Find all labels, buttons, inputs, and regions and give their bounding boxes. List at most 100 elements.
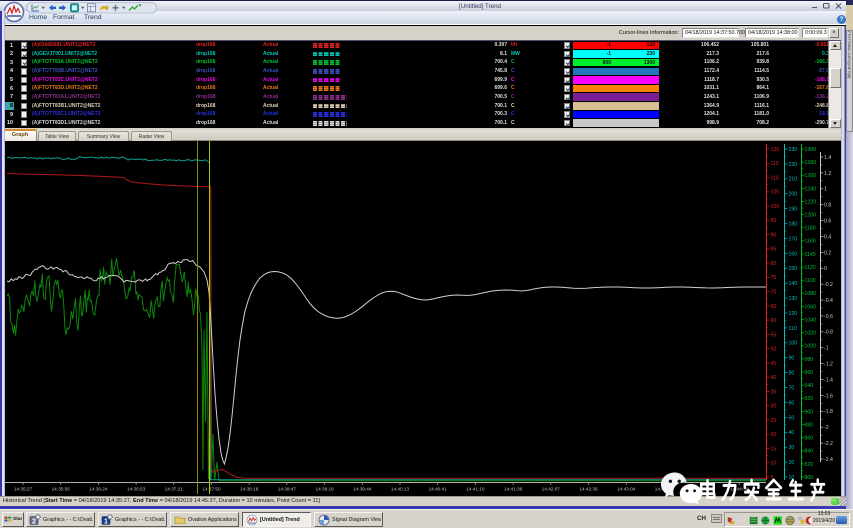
svg-text:14:42:07: 14:42:07 bbox=[542, 487, 561, 492]
svg-text:980: 980 bbox=[805, 357, 814, 363]
svg-text:14:36:24: 14:36:24 bbox=[89, 487, 108, 492]
svg-text:65: 65 bbox=[771, 304, 777, 310]
svg-text:140: 140 bbox=[789, 281, 798, 287]
svg-text:860: 860 bbox=[805, 436, 814, 442]
svg-text:230: 230 bbox=[789, 147, 798, 153]
svg-text:20: 20 bbox=[789, 460, 795, 466]
svg-text:940: 940 bbox=[805, 383, 814, 389]
svg-text:0.4: 0.4 bbox=[824, 234, 831, 240]
svg-text:14:39:16: 14:39:16 bbox=[315, 487, 334, 492]
svg-text:200: 200 bbox=[789, 192, 798, 198]
svg-text:30: 30 bbox=[789, 445, 795, 451]
svg-text:90: 90 bbox=[789, 356, 795, 362]
svg-text:1100: 1100 bbox=[805, 278, 816, 284]
svg-text:1300: 1300 bbox=[805, 147, 817, 153]
svg-text:14:35:27: 14:35:27 bbox=[14, 487, 33, 492]
svg-text:-2.2: -2.2 bbox=[824, 441, 833, 447]
svg-text:14:37:50: 14:37:50 bbox=[202, 487, 221, 492]
svg-text:25: 25 bbox=[771, 418, 777, 424]
svg-text:14:40:13: 14:40:13 bbox=[391, 487, 410, 492]
svg-text:170: 170 bbox=[789, 236, 798, 242]
svg-text:180: 180 bbox=[789, 221, 798, 227]
svg-text:-0.2: -0.2 bbox=[824, 282, 833, 288]
svg-text:14:41:38: 14:41:38 bbox=[504, 487, 523, 492]
svg-text:1180: 1180 bbox=[805, 226, 816, 232]
svg-text:1160: 1160 bbox=[805, 239, 816, 245]
svg-text:50: 50 bbox=[789, 415, 795, 421]
svg-text:1020: 1020 bbox=[805, 331, 817, 337]
svg-text:1260: 1260 bbox=[805, 173, 817, 179]
svg-text:100: 100 bbox=[771, 204, 780, 210]
svg-text:14:35:56: 14:35:56 bbox=[52, 487, 71, 492]
svg-text:0.8: 0.8 bbox=[824, 203, 831, 209]
svg-text:14:40:41: 14:40:41 bbox=[429, 487, 448, 492]
svg-text:70: 70 bbox=[789, 385, 795, 391]
svg-text:90: 90 bbox=[771, 233, 777, 239]
svg-text:150: 150 bbox=[789, 266, 798, 272]
svg-text:120: 120 bbox=[789, 311, 798, 317]
svg-text:1120: 1120 bbox=[805, 265, 816, 271]
svg-text:1: 1 bbox=[824, 187, 827, 193]
svg-text:-2.4: -2.4 bbox=[824, 457, 833, 463]
svg-text:60: 60 bbox=[789, 400, 795, 406]
svg-text:190: 190 bbox=[789, 207, 798, 213]
svg-text:35: 35 bbox=[771, 389, 777, 395]
svg-text:1200: 1200 bbox=[805, 213, 817, 219]
svg-text:0: 0 bbox=[824, 266, 827, 272]
svg-text:2: 2 bbox=[32, 518, 36, 525]
svg-text:1000: 1000 bbox=[805, 344, 817, 350]
svg-text:15: 15 bbox=[771, 446, 777, 452]
svg-text:14:38:18: 14:38:18 bbox=[240, 487, 259, 492]
svg-text:115: 115 bbox=[771, 161, 779, 167]
svg-text:120: 120 bbox=[771, 147, 780, 153]
svg-text:0.6: 0.6 bbox=[824, 219, 831, 225]
svg-text:900: 900 bbox=[805, 409, 814, 415]
svg-text:-0.6: -0.6 bbox=[824, 314, 833, 320]
svg-text:110: 110 bbox=[771, 175, 779, 181]
svg-text:40: 40 bbox=[771, 375, 777, 381]
svg-text:85: 85 bbox=[771, 247, 777, 253]
svg-text:1280: 1280 bbox=[805, 160, 817, 166]
svg-text:45: 45 bbox=[771, 361, 777, 367]
svg-text:0.2: 0.2 bbox=[824, 250, 831, 256]
svg-text:920: 920 bbox=[805, 396, 814, 402]
svg-text:60: 60 bbox=[771, 318, 777, 324]
svg-text:1.4: 1.4 bbox=[824, 155, 831, 161]
svg-text:14:37:21: 14:37:21 bbox=[165, 487, 184, 492]
svg-text:40: 40 bbox=[789, 430, 795, 436]
svg-text:80: 80 bbox=[771, 261, 777, 267]
svg-text:14:41:10: 14:41:10 bbox=[466, 487, 485, 492]
svg-text:14:38:47: 14:38:47 bbox=[278, 487, 297, 492]
svg-text:1220: 1220 bbox=[805, 199, 817, 205]
svg-text:55: 55 bbox=[771, 332, 777, 338]
svg-text:110: 110 bbox=[789, 326, 797, 332]
svg-text:-2: -2 bbox=[824, 425, 829, 431]
svg-text:-1.4: -1.4 bbox=[824, 377, 833, 383]
svg-text:100: 100 bbox=[789, 341, 798, 347]
svg-text:-1.2: -1.2 bbox=[824, 362, 833, 368]
svg-text:210: 210 bbox=[789, 177, 798, 183]
svg-text:1240: 1240 bbox=[805, 186, 817, 192]
svg-text:1.2: 1.2 bbox=[824, 171, 831, 177]
svg-text:1040: 1040 bbox=[805, 318, 817, 324]
svg-text:960: 960 bbox=[805, 370, 814, 376]
svg-text:-0.8: -0.8 bbox=[824, 330, 833, 336]
svg-text:840: 840 bbox=[805, 449, 814, 455]
svg-text:-1.6: -1.6 bbox=[824, 393, 833, 399]
svg-text:30: 30 bbox=[771, 404, 777, 410]
svg-text:160: 160 bbox=[789, 251, 798, 257]
svg-text:95: 95 bbox=[771, 218, 777, 224]
svg-text:1: 1 bbox=[104, 518, 108, 525]
svg-text:1060: 1060 bbox=[805, 304, 817, 310]
svg-text:220: 220 bbox=[789, 162, 798, 168]
svg-text:1140: 1140 bbox=[805, 252, 816, 258]
svg-text:80: 80 bbox=[789, 371, 795, 377]
svg-text:105: 105 bbox=[771, 190, 780, 196]
svg-text:880: 880 bbox=[805, 422, 814, 428]
svg-text:-0.4: -0.4 bbox=[824, 298, 833, 304]
svg-text:75: 75 bbox=[771, 275, 777, 281]
svg-text:-1: -1 bbox=[824, 346, 829, 352]
svg-text:-1.8: -1.8 bbox=[824, 409, 833, 415]
svg-text:14:36:53: 14:36:53 bbox=[127, 487, 146, 492]
svg-text:50: 50 bbox=[771, 347, 777, 353]
